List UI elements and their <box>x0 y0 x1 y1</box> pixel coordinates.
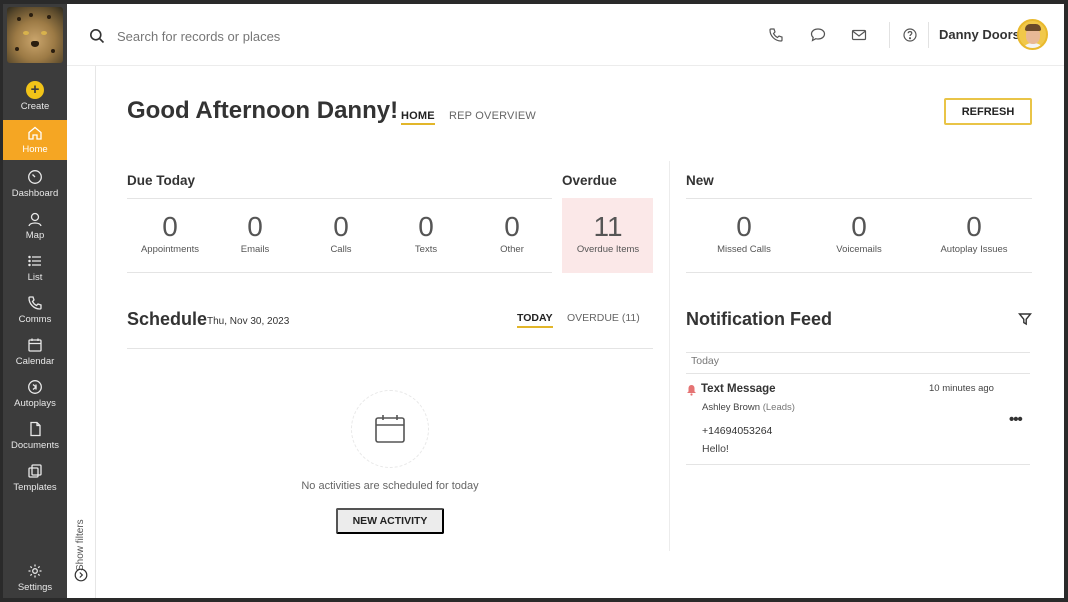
phone-icon <box>28 296 42 310</box>
sidebar-item-label: Autoplays <box>14 398 56 409</box>
notification-feed-title: Notification Feed <box>686 309 833 329</box>
divider <box>686 464 1030 465</box>
phone-icon[interactable] <box>767 26 785 44</box>
stat-missed-calls[interactable]: 0 Missed Calls <box>701 210 787 255</box>
filters-panel: Show filters <box>67 66 96 598</box>
sidebar: + Create Home Dashboard Map List Comms C… <box>3 4 67 598</box>
sidebar-item-templates[interactable]: Templates <box>3 458 67 498</box>
sidebar-item-label: Calendar <box>15 356 55 367</box>
bell-icon <box>687 385 696 396</box>
help-icon[interactable] <box>901 26 919 44</box>
page-title: Good Afternoon Danny! <box>127 97 399 124</box>
sidebar-item-calendar[interactable]: Calendar <box>3 332 67 372</box>
feed-group-header <box>686 352 1030 374</box>
sidebar-item-label: Map <box>25 230 45 241</box>
tab-home[interactable]: HOME <box>401 110 435 125</box>
overdue-title: Overdue <box>562 173 617 188</box>
document-icon <box>30 421 41 437</box>
main-content: Danny Doors Show filters Good Afternoon … <box>67 4 1064 598</box>
divider <box>686 272 1032 273</box>
divider <box>127 348 653 349</box>
gear-icon <box>28 564 42 578</box>
map-pin-icon <box>28 212 42 227</box>
refresh-button[interactable]: REFRESH <box>944 98 1032 125</box>
avatar[interactable] <box>1017 19 1048 50</box>
search-icon[interactable] <box>89 28 105 44</box>
schedule-date: Thu, Nov 30, 2023 <box>207 316 290 327</box>
list-icon <box>28 255 41 267</box>
sidebar-item-label: Documents <box>10 440 60 451</box>
sidebar-item-dashboard[interactable]: Dashboard <box>3 164 67 204</box>
calendar-icon <box>28 338 42 352</box>
notification-phone: +14694053264 <box>702 425 773 437</box>
sidebar-item-list[interactable]: List <box>3 248 67 288</box>
new-title: New <box>686 173 714 188</box>
stat-appointments[interactable]: 0 Appointments <box>127 210 213 255</box>
divider <box>127 272 552 273</box>
divider <box>686 198 1032 199</box>
home-icon <box>28 126 42 140</box>
notification-time: 10 minutes ago <box>929 383 994 394</box>
sidebar-item-documents[interactable]: Documents <box>3 416 67 456</box>
divider <box>127 198 552 199</box>
notification-body: Hello! <box>702 443 729 455</box>
sidebar-item-create[interactable]: + Create <box>3 76 67 116</box>
filter-icon[interactable] <box>1018 312 1032 326</box>
column-divider <box>669 161 670 551</box>
stat-calls[interactable]: 0 Calls <box>298 210 384 255</box>
notification-sender[interactable]: Ashley Brown (Leads) <box>702 402 795 413</box>
calendar-icon <box>375 415 405 443</box>
sidebar-item-autoplays[interactable]: Autoplays <box>3 374 67 414</box>
mail-icon[interactable] <box>850 26 868 44</box>
top-bar: Danny Doors <box>67 4 1064 66</box>
company-logo[interactable] <box>7 7 63 63</box>
templates-icon <box>28 464 42 478</box>
stat-autoplay-issues[interactable]: 0 Autoplay Issues <box>931 210 1017 255</box>
due-today-title: Due Today <box>127 173 196 188</box>
sidebar-item-label: Comms <box>18 314 52 325</box>
expand-circle-icon[interactable] <box>74 568 88 582</box>
sidebar-item-label: Templates <box>13 482 57 493</box>
notification-title: Text Message <box>701 383 776 395</box>
sidebar-item-home[interactable]: Home <box>3 120 67 160</box>
plus-icon: + <box>26 80 44 99</box>
stat-overdue-items[interactable]: 11 Overdue Items <box>565 210 651 255</box>
new-activity-button[interactable]: NEW ACTIVITY <box>336 508 444 534</box>
stat-other[interactable]: 0 Other <box>469 210 555 255</box>
sidebar-item-label: Dashboard <box>11 188 59 199</box>
sidebar-item-label: List <box>27 272 43 283</box>
user-name[interactable]: Danny Doors <box>939 27 1020 42</box>
sidebar-item-map[interactable]: Map <box>3 206 67 246</box>
sidebar-item-settings[interactable]: Settings <box>3 558 67 598</box>
speedometer-icon <box>28 170 42 184</box>
divider <box>928 22 929 48</box>
chat-icon[interactable] <box>809 26 827 44</box>
tab-rep-overview[interactable]: REP OVERVIEW <box>449 110 536 122</box>
feed-group-label: Today <box>691 355 720 367</box>
stat-texts[interactable]: 0 Texts <box>383 210 469 255</box>
more-options-icon[interactable]: ••• <box>1009 411 1023 428</box>
sidebar-item-label: Home <box>22 144 48 155</box>
empty-state-message: No activities are scheduled for today <box>301 480 479 492</box>
sidebar-item-comms[interactable]: Comms <box>3 290 67 330</box>
search-input[interactable] <box>117 24 417 48</box>
tab-today[interactable]: TODAY <box>517 312 553 328</box>
tab-overdue[interactable]: OVERDUE (11) <box>567 312 640 324</box>
stat-emails[interactable]: 0 Emails <box>212 210 298 255</box>
divider <box>889 22 890 48</box>
stat-voicemails[interactable]: 0 Voicemails <box>816 210 902 255</box>
show-filters-toggle[interactable]: Show filters <box>75 511 86 571</box>
sidebar-item-label: Create <box>20 100 50 112</box>
sidebar-item-label: Settings <box>17 582 53 593</box>
autoplay-icon <box>28 380 42 394</box>
schedule-title: Schedule <box>127 309 208 329</box>
